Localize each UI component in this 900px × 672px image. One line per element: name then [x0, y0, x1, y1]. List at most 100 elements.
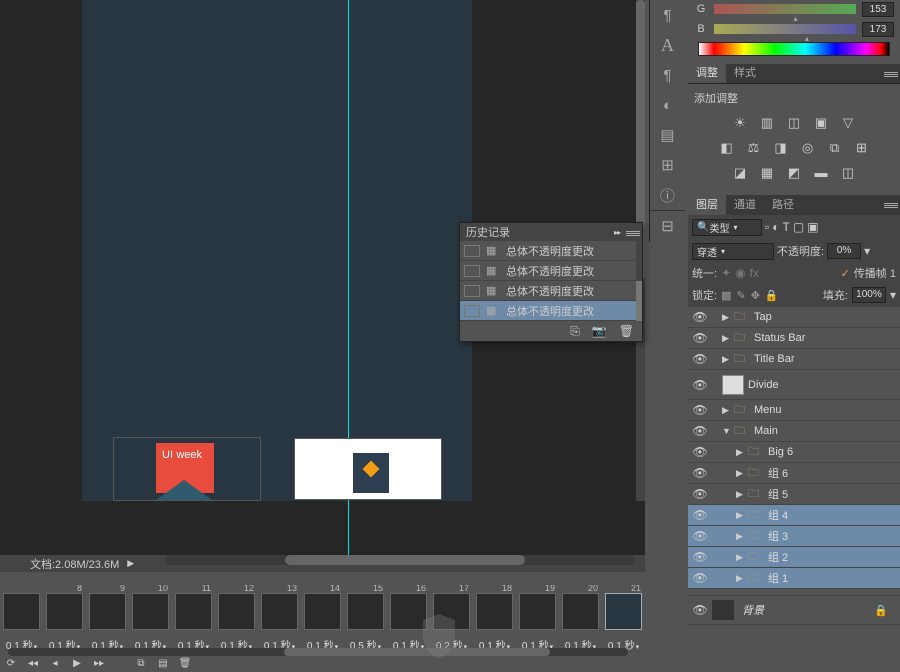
layer-big6[interactable]: 👁▶🗀Big 6 — [688, 442, 900, 463]
tween-button[interactable]: ⧉ — [134, 657, 148, 669]
visibility-toggle[interactable]: 👁 — [692, 603, 708, 617]
layer-g6[interactable]: 👁▶🗀组 6 — [688, 463, 900, 484]
visibility-toggle[interactable]: 👁 — [692, 310, 708, 324]
layer-divide[interactable]: 👁Divide — [688, 370, 900, 400]
levels-icon[interactable]: ▥ — [758, 114, 777, 131]
play-button[interactable]: ▶ — [70, 657, 84, 669]
expand-toggle[interactable]: ▶ — [722, 312, 734, 323]
frame-9[interactable]: 9 — [87, 585, 128, 635]
history-checkbox[interactable] — [464, 245, 480, 257]
lock-pixels-icon[interactable]: ✎ — [736, 289, 745, 302]
artboard-card-2[interactable] — [294, 438, 442, 500]
prev-frame-button[interactable]: ◂ — [48, 657, 62, 669]
history-header[interactable]: 历史记录 ▸▸ — [460, 223, 642, 241]
frame-12[interactable]: 12 — [216, 585, 257, 635]
opacity-input[interactable]: 0% — [827, 243, 861, 259]
photofilter-icon[interactable]: ◎ — [798, 139, 817, 156]
b-value[interactable]: 173 — [862, 22, 894, 37]
layers-menu-button[interactable] — [884, 200, 898, 210]
vibrance-icon[interactable]: ▽ — [839, 114, 858, 131]
tab-adjustments[interactable]: 调整 — [688, 61, 726, 83]
frame-10[interactable]: 10 — [130, 585, 171, 635]
tab-layers[interactable]: 图层 — [688, 193, 726, 215]
paragraph-panel-icon[interactable]: ¶ — [650, 60, 685, 90]
first-frame-button[interactable]: ◂◂ — [26, 657, 40, 669]
g-value[interactable]: 153 — [862, 2, 894, 17]
history-checkbox[interactable] — [464, 305, 480, 317]
history-scrollbar[interactable] — [636, 241, 642, 321]
adjust-menu-button[interactable] — [884, 69, 898, 79]
layer-menu[interactable]: 👁▶🗀Menu — [688, 400, 900, 421]
frame-14[interactable]: 14 — [302, 585, 343, 635]
layer-g1[interactable]: 👁▶🗀组 1 — [688, 568, 900, 589]
filter-adjust-icon[interactable]: ◐ — [772, 220, 779, 234]
fill-input[interactable]: 100% — [852, 287, 886, 303]
invert-icon[interactable]: ◪ — [731, 164, 750, 181]
visibility-toggle[interactable]: 👁 — [692, 466, 708, 480]
hue-icon[interactable]: ◧ — [717, 139, 736, 156]
unify-visibility-icon[interactable]: ◉ — [735, 266, 745, 280]
fill-flyout[interactable]: ▾ — [890, 288, 896, 302]
lock-position-icon[interactable]: ✥ — [751, 289, 760, 302]
expand-toggle[interactable]: ▶ — [722, 333, 734, 344]
frame-19[interactable]: 19 — [517, 585, 558, 635]
expand-toggle[interactable]: ▶ — [736, 447, 748, 458]
frame-13[interactable]: 13 — [259, 585, 300, 635]
selective-icon[interactable]: ◫ — [839, 164, 858, 181]
g-slider[interactable]: ▴ — [714, 4, 856, 14]
visibility-toggle[interactable]: 👁 — [692, 403, 708, 417]
visibility-toggle[interactable]: 👁 — [692, 352, 708, 366]
layer-g2[interactable]: 👁▶🗀组 2 — [688, 547, 900, 568]
next-frame-button[interactable]: ▸▸ — [92, 657, 106, 669]
layer-titlebar[interactable]: 👁▶🗀Title Bar — [688, 349, 900, 370]
filter-pixel-icon[interactable]: ▫ — [765, 220, 769, 234]
history-checkbox[interactable] — [464, 265, 480, 277]
layer-statusbar[interactable]: 👁▶🗀Status Bar — [688, 328, 900, 349]
type-icon[interactable]: A — [650, 30, 685, 60]
filter-shape-icon[interactable]: ▢ — [793, 220, 804, 234]
b-slider[interactable]: ▴ — [714, 24, 856, 34]
gradientmap-icon[interactable]: ▬ — [812, 164, 831, 181]
frame-8[interactable]: 8 — [44, 585, 85, 635]
blend-mode-dropdown[interactable]: 穿透 — [692, 243, 774, 260]
canvas-document[interactable] — [82, 0, 472, 501]
channelmixer-icon[interactable]: ⧉ — [825, 139, 844, 156]
create-document-button[interactable]: ⎘ — [570, 324, 580, 339]
swatches-icon[interactable]: ⊞ — [650, 150, 685, 180]
curves-icon[interactable]: ◫ — [785, 114, 804, 131]
loop-button[interactable]: ⟳ — [4, 657, 18, 669]
hue-strip[interactable] — [698, 42, 890, 56]
timeline-scroll-thumb[interactable] — [284, 648, 550, 656]
new-frame-button[interactable]: ▤ — [156, 657, 170, 669]
visibility-toggle[interactable]: 👁 — [692, 378, 708, 392]
tab-channels[interactable]: 通道 — [726, 193, 764, 215]
layer-main[interactable]: 👁▼🗀Main — [688, 421, 900, 442]
paragraph-icon[interactable]: ¶ — [650, 0, 685, 30]
notes-icon[interactable]: ▤ — [650, 120, 685, 150]
canvas-h-scrollbar-thumb[interactable] — [285, 555, 525, 565]
expand-toggle[interactable]: ▶ — [736, 468, 748, 479]
history-panel[interactable]: 历史记录 ▸▸ ▦总体不透明度更改 ▦总体不透明度更改 ▦总体不透明度更改 ▦总… — [459, 222, 643, 342]
info-icon[interactable]: ⓘ — [650, 180, 685, 210]
tab-paths[interactable]: 路径 — [764, 193, 802, 215]
unify-position-icon[interactable]: ✦ — [721, 266, 731, 280]
threshold-icon[interactable]: ◩ — [785, 164, 804, 181]
delete-frame-button[interactable]: 🗑 — [178, 657, 192, 669]
history-checkbox[interactable] — [464, 285, 480, 297]
opacity-flyout[interactable]: ▾ — [864, 244, 870, 258]
lock-icon[interactable]: 🔒 — [874, 604, 888, 617]
history-item[interactable]: ▦总体不透明度更改 — [460, 261, 642, 281]
lock-transparency-icon[interactable]: ▩ — [721, 289, 731, 302]
expand-toggle[interactable]: ▶ — [736, 531, 748, 542]
history-item[interactable]: ▦总体不透明度更改 — [460, 241, 642, 261]
expand-toggle[interactable]: ▶ — [722, 354, 734, 365]
filter-type-icon[interactable]: T — [783, 220, 790, 234]
frame-0[interactable] — [1, 585, 42, 635]
frame-18[interactable]: 18 — [474, 585, 515, 635]
layer-g3[interactable]: 👁▶🗀组 3 — [688, 526, 900, 547]
layer-tap[interactable]: 👁▶🗀Tap — [688, 307, 900, 328]
filter-smart-icon[interactable]: ▣ — [807, 220, 818, 234]
visibility-toggle[interactable]: 👁 — [692, 571, 708, 585]
frame-21[interactable]: 21 — [603, 585, 644, 635]
history-item[interactable]: ▦总体不透明度更改 — [460, 281, 642, 301]
